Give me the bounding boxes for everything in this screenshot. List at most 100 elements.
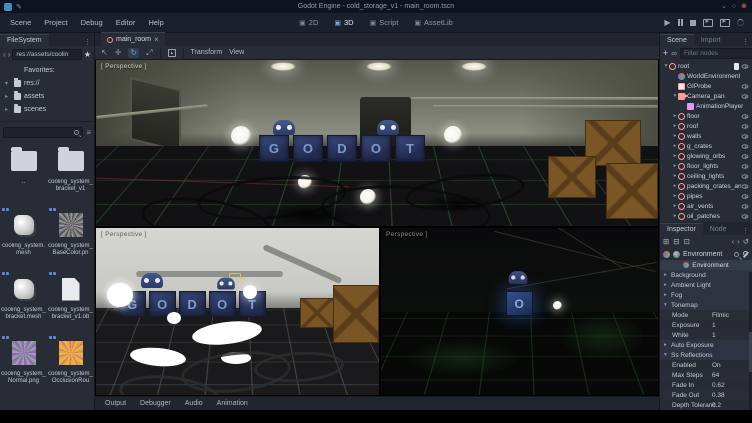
tree-arrow-icon[interactable]: ▸: [5, 106, 11, 113]
file-item[interactable]: cooling_system_OcclusionRou: [47, 336, 94, 400]
scene-node-row[interactable]: AnimationPlayer: [660, 101, 752, 111]
file-item[interactable]: cooling_system_BaseColor.pn: [47, 208, 94, 272]
visibility-eye-icon[interactable]: [742, 214, 749, 218]
scene-node-row[interactable]: ▸ g_crates: [660, 141, 752, 151]
bottom-panel-button[interactable]: Debugger: [140, 400, 171, 407]
property-row[interactable]: ▾ Ss Reflections ✓: [660, 350, 752, 360]
new-resource-icon[interactable]: ⊞: [663, 237, 669, 246]
property-row[interactable]: ▸ Ambient Light ✓: [660, 280, 752, 290]
file-item[interactable]: cooling_system_bracket_v1: [47, 144, 94, 208]
scene-node-row[interactable]: ▸ floor: [660, 111, 752, 121]
close-tab-icon[interactable]: ×: [154, 35, 159, 44]
property-value[interactable]: On: [712, 362, 721, 369]
property-row[interactable]: Mode ✓ Filmic: [660, 310, 752, 320]
scene-node-row[interactable]: ▸ roof: [660, 121, 752, 131]
viewport-clay[interactable]: [ Perspective ] GODOT: [96, 228, 379, 395]
workspace-button[interactable]: ▣ 2D: [299, 18, 318, 27]
scene-node-row[interactable]: ▾ root: [660, 61, 752, 71]
history-back-icon[interactable]: ‹: [732, 237, 735, 246]
list-view-toggle-icon[interactable]: ≡: [86, 128, 91, 137]
splitter[interactable]: [0, 121, 94, 122]
property-row[interactable]: Exposure ✓ 1: [660, 320, 752, 330]
workspace-button[interactable]: ▣ 3D: [334, 18, 353, 27]
property-value[interactable]: 0.2: [712, 402, 721, 409]
property-row[interactable]: White ✓ 1: [660, 330, 752, 340]
play-custom-scene-button[interactable]: [720, 19, 730, 27]
file-item[interactable]: cooling_system_bracket.mesh: [0, 272, 47, 336]
dock-options-icon[interactable]: ⋮: [742, 38, 752, 46]
load-resource-icon[interactable]: ⊟: [673, 237, 679, 246]
fold-arrow-icon[interactable]: ▸: [664, 292, 669, 298]
tab-scene[interactable]: Scene: [660, 34, 694, 46]
file-item[interactable]: ..: [0, 144, 47, 208]
view-menu[interactable]: View: [229, 49, 244, 56]
property-value[interactable]: 0.38: [712, 392, 725, 399]
workspace-button[interactable]: ▣ Script: [370, 18, 399, 27]
dock-options-icon[interactable]: ⋮: [742, 227, 752, 235]
visibility-eye-icon[interactable]: [742, 134, 749, 138]
filesystem-tree-row[interactable]: ▸ scenes: [0, 103, 94, 116]
scene-node-row[interactable]: WorldEnvironment: [660, 71, 752, 81]
tree-arrow-icon[interactable]: ▸: [5, 93, 11, 100]
transform-menu[interactable]: Transform: [191, 49, 223, 56]
history-icon[interactable]: ↺: [743, 237, 749, 246]
visibility-eye-icon[interactable]: [742, 114, 749, 118]
property-row[interactable]: Fade In ✓ 0.62: [660, 380, 752, 390]
viewport-main[interactable]: [ Perspective ] GODOT: [96, 60, 658, 226]
move-tool-icon[interactable]: ✛: [115, 48, 122, 58]
scene-node-row[interactable]: ▸ floor_lights: [660, 161, 752, 171]
scene-node-row[interactable]: ▸ ceiling_lights: [660, 171, 752, 181]
visibility-eye-icon[interactable]: [742, 94, 749, 98]
nav-back-button[interactable]: ‹: [3, 50, 6, 59]
property-value[interactable]: 1: [712, 322, 716, 329]
visibility-eye-icon[interactable]: [742, 164, 749, 168]
tab-node[interactable]: Node: [703, 224, 734, 235]
fold-arrow-icon[interactable]: ▾: [664, 352, 669, 358]
visibility-eye-icon[interactable]: [742, 184, 749, 188]
visibility-eye-icon[interactable]: [742, 174, 749, 178]
property-value[interactable]: Filmic: [712, 312, 729, 319]
local-space-toggle-icon[interactable]: [168, 49, 176, 57]
fold-arrow-icon[interactable]: ▸: [664, 282, 669, 288]
file-item[interactable]: cooling_system_Normal.png: [0, 336, 47, 400]
visibility-eye-icon[interactable]: [742, 144, 749, 148]
scene-node-row[interactable]: ▸ glowing_orbs: [660, 151, 752, 161]
property-row[interactable]: ▾ Tonemap ✓: [660, 300, 752, 310]
property-row[interactable]: ▸ Background ✓: [660, 270, 752, 280]
viewport-dark[interactable]: Perspective ] O: [381, 228, 658, 395]
file-item[interactable]: cooling_system.mesh: [0, 208, 47, 272]
scale-tool-icon[interactable]: ⤢: [146, 48, 152, 58]
scene-node-row[interactable]: ▸ oil_patches: [660, 211, 752, 221]
bottom-panel-button[interactable]: Audio: [185, 400, 203, 407]
filesystem-tree-row[interactable]: Favorites:: [0, 64, 94, 77]
file-item[interactable]: cooling_system_bracket_v1.ob: [47, 272, 94, 336]
bottom-panel-button[interactable]: Animation: [217, 400, 248, 407]
bottom-panel-button[interactable]: Output: [105, 400, 126, 407]
scene-node-row[interactable]: GIProbe: [660, 81, 752, 91]
scene-node-row[interactable]: ▾ Camera_pan: [660, 91, 752, 101]
property-row[interactable]: Fade Out ✓ 0.38: [660, 390, 752, 400]
rotate-tool-icon[interactable]: ↻: [128, 48, 139, 58]
tab-filesystem[interactable]: FileSystem: [0, 34, 49, 46]
workspace-button[interactable]: ▣ AssetLib: [414, 18, 452, 27]
property-row[interactable]: Depth Toleranc ✓ 0.2: [660, 400, 752, 410]
play-scene-button[interactable]: [703, 19, 713, 27]
property-row[interactable]: ▸ Fog ✓: [660, 290, 752, 300]
visibility-eye-icon[interactable]: [742, 64, 749, 68]
tree-arrow-icon[interactable]: ▾: [5, 80, 11, 87]
filter-nodes-input[interactable]: [680, 48, 752, 59]
instance-scene-icon[interactable]: ∞: [671, 49, 677, 58]
visibility-eye-icon[interactable]: [742, 84, 749, 88]
select-tool-icon[interactable]: ↖: [101, 48, 108, 58]
script-icon[interactable]: [734, 63, 739, 70]
filesystem-tree-row[interactable]: ▾ res://: [0, 77, 94, 90]
property-value[interactable]: 1: [712, 332, 716, 339]
scene-node-row[interactable]: ▸ walls: [660, 131, 752, 141]
dock-options-icon[interactable]: ⋮: [84, 38, 94, 46]
save-resource-icon[interactable]: ⊡: [684, 237, 690, 246]
tab-import[interactable]: Import: [694, 35, 728, 46]
visibility-eye-icon[interactable]: [742, 154, 749, 158]
search-input[interactable]: [3, 127, 83, 138]
visibility-eye-icon[interactable]: [742, 204, 749, 208]
property-value[interactable]: 64: [712, 372, 719, 379]
